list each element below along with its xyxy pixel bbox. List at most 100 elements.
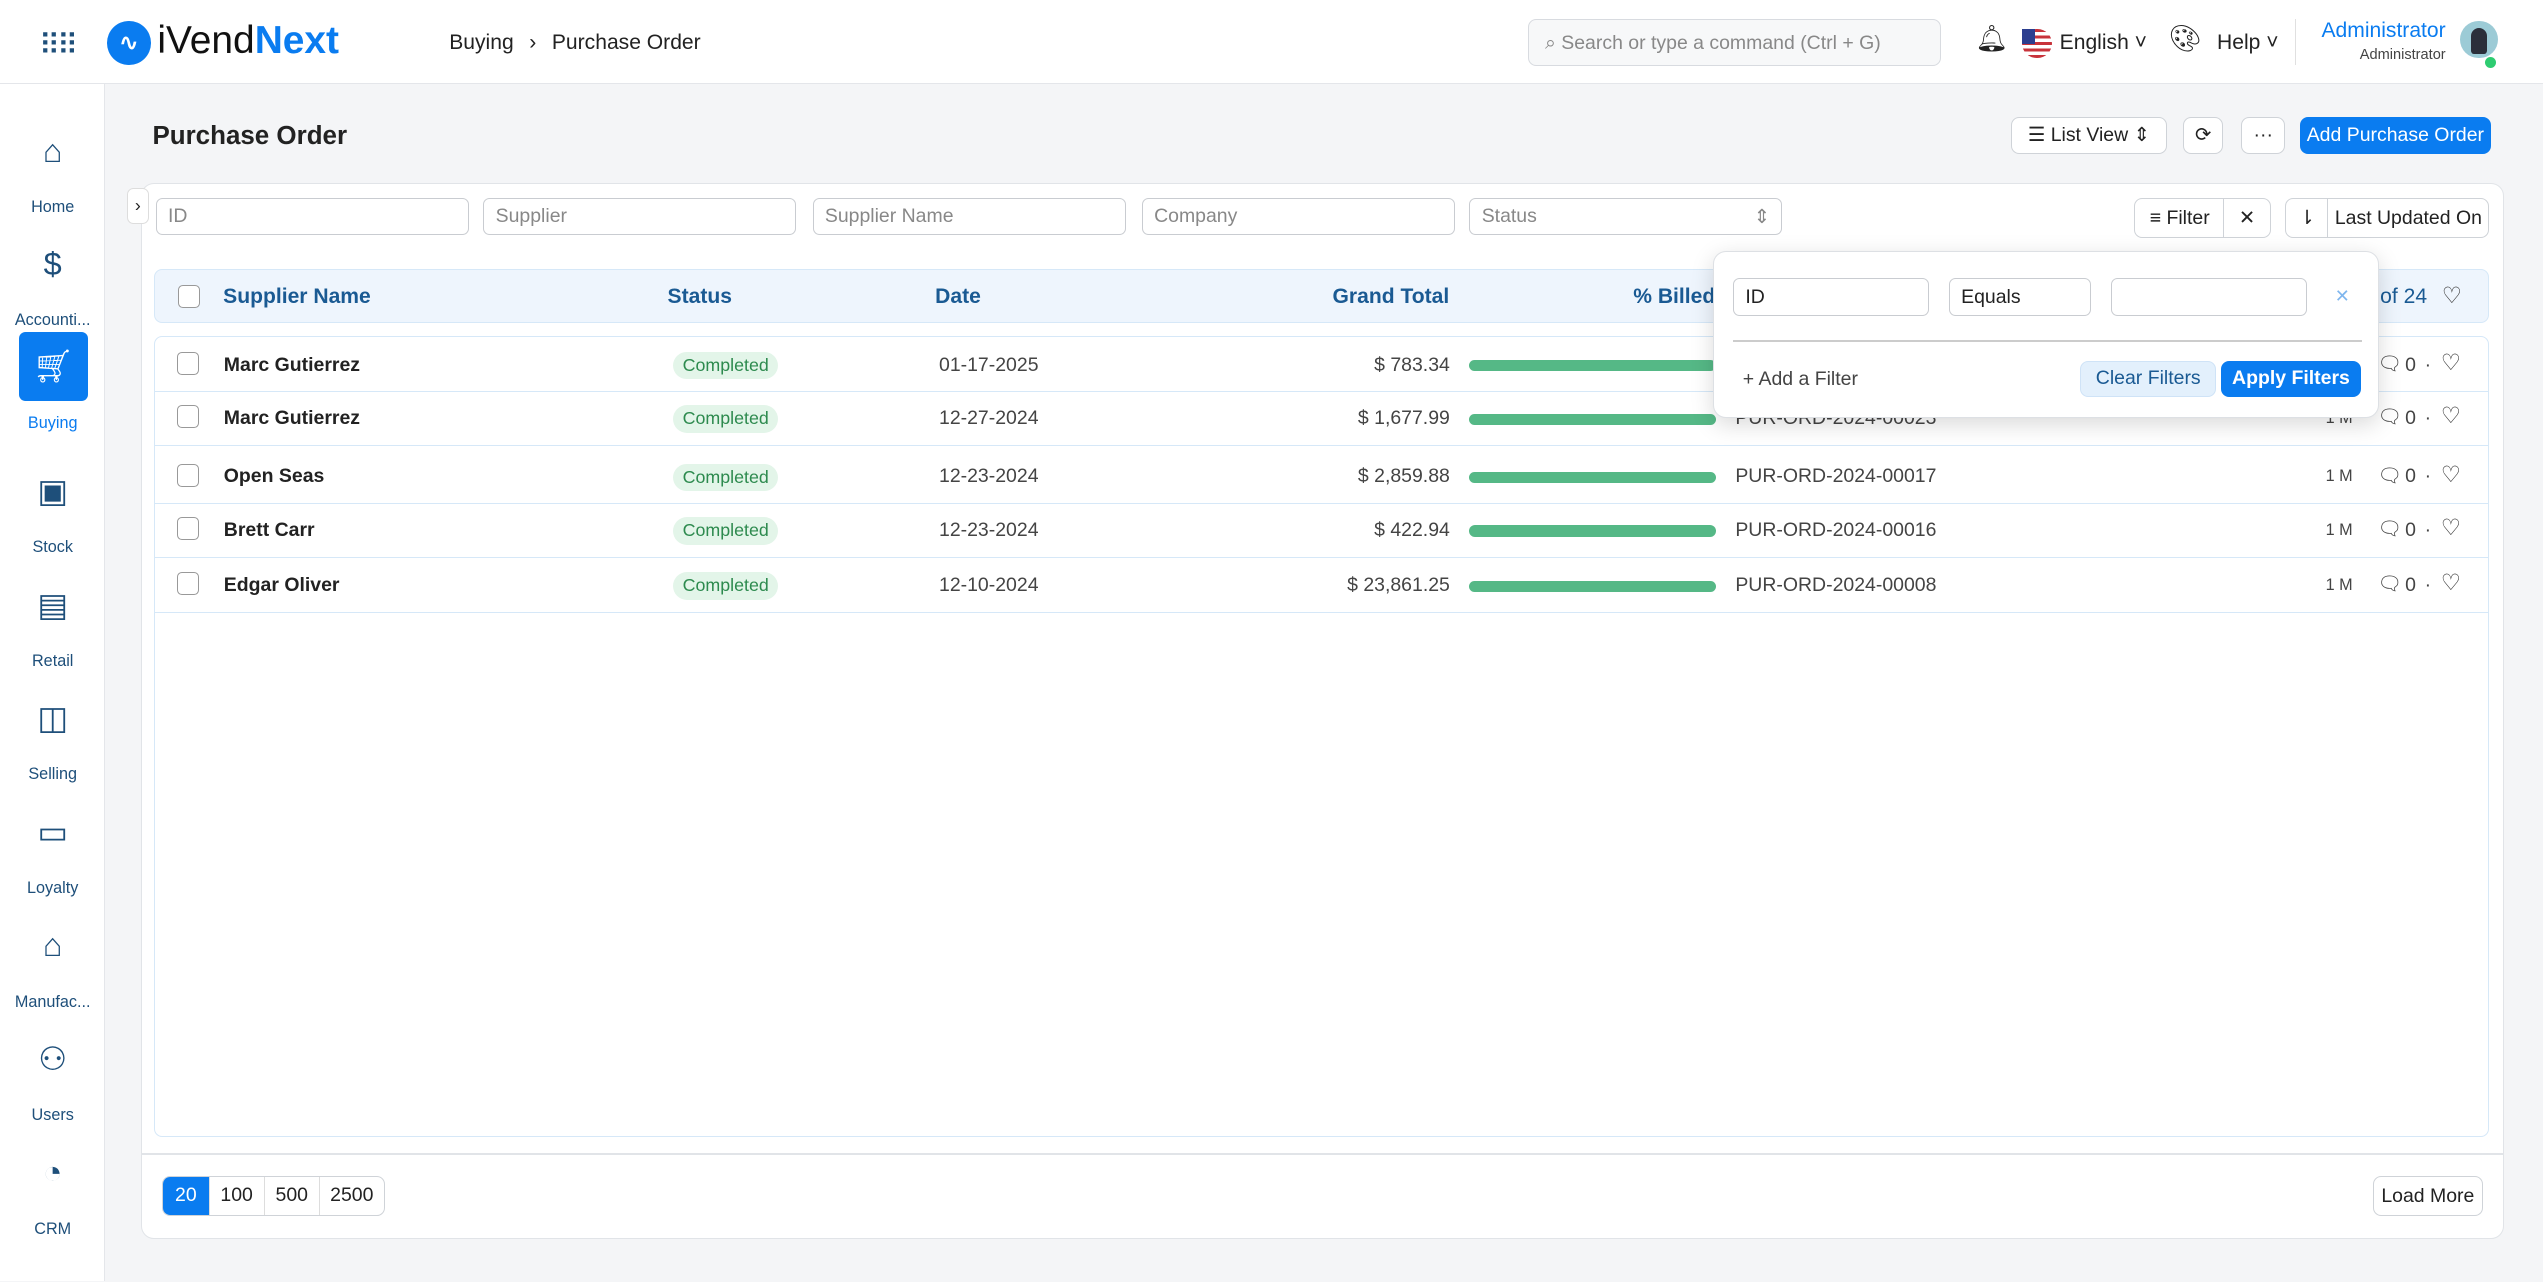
- supplier-name[interactable]: Marc Gutierrez: [224, 407, 360, 430]
- search-input[interactable]: ⌕ Search or type a command (Ctrl + G): [1527, 19, 1942, 67]
- page-size-20[interactable]: 20: [163, 1176, 209, 1216]
- comment-icon[interactable]: 🗨︎: [2378, 405, 2403, 429]
- user-role: Administrator: [2359, 47, 2446, 64]
- pie-icon: ◔: [42, 1154, 63, 1191]
- row-checkbox[interactable]: [176, 463, 200, 487]
- breadcrumb: Buying › Purchase Order: [449, 31, 700, 55]
- row-checkbox[interactable]: [176, 572, 200, 596]
- sidebar-item-users[interactable]: ⚇ Users: [0, 1025, 105, 1125]
- row-checkbox[interactable]: [176, 517, 200, 541]
- separator-dot: ·: [2424, 465, 2432, 488]
- status-badge: Completed: [673, 351, 779, 380]
- heart-icon[interactable]: ♡: [2442, 282, 2462, 309]
- users-icon: ⚇: [38, 1040, 68, 1077]
- sidebar-item-retail[interactable]: ▤ Retail: [0, 571, 105, 671]
- avatar[interactable]: [2460, 21, 2498, 59]
- sidebar-item-stock[interactable]: ▣ Stock: [0, 457, 105, 557]
- sidebar-item-crm[interactable]: ◔ CRM: [0, 1138, 105, 1238]
- filter-field-select[interactable]: ID: [1733, 278, 1930, 316]
- select-all-checkbox[interactable]: [177, 284, 201, 308]
- divider: [2294, 19, 2297, 65]
- sidebar-item-manufacturing[interactable]: ⌂ Manufac...: [0, 911, 105, 1011]
- supplier-name[interactable]: Open Seas: [224, 465, 325, 488]
- filter-button[interactable]: ≡ Filter: [2134, 197, 2226, 239]
- sidebar-item-home[interactable]: ⌂ Home: [0, 117, 105, 217]
- supplier-filter-input[interactable]: Supplier: [483, 197, 797, 236]
- filter-value-input[interactable]: [2110, 278, 2308, 316]
- col-date[interactable]: Date: [935, 285, 981, 309]
- language-dropdown[interactable]: English ˅: [2060, 31, 2147, 55]
- heart-icon[interactable]: ♡: [2441, 402, 2461, 429]
- load-more-button[interactable]: Load More: [2372, 1175, 2483, 1217]
- clear-filter-button[interactable]: ✕: [2223, 197, 2271, 239]
- col-supplier-name[interactable]: Supplier Name: [223, 285, 371, 309]
- apps-grid-icon[interactable]: ⠿⠿: [39, 28, 79, 63]
- user-name[interactable]: Administrator: [2316, 19, 2445, 43]
- order-id[interactable]: PUR-ORD-2024-00008: [1735, 574, 1936, 597]
- supplier-name-filter-input[interactable]: Supplier Name: [812, 197, 1126, 236]
- billed-progress-bar: [1469, 580, 1716, 592]
- apply-filters-button[interactable]: Apply Filters: [2221, 361, 2361, 397]
- filter-popup: ID Equals ✕ + Add a Filter Clear Filters…: [1712, 251, 2380, 419]
- heart-icon[interactable]: ♡: [2441, 349, 2461, 376]
- breadcrumb-current: Purchase Order: [551, 30, 701, 54]
- sort-order-button[interactable]: ⇂: [2285, 197, 2329, 239]
- company-filter-input[interactable]: Company: [1141, 197, 1455, 236]
- page-size-500[interactable]: 500: [263, 1176, 319, 1216]
- table-row[interactable]: Open Seas Completed 12-23-2024 $ 2,859.8…: [154, 449, 2490, 505]
- dollar-icon: $: [43, 246, 62, 283]
- col-billed[interactable]: % Billed: [1582, 285, 1715, 309]
- status-badge: Completed: [673, 405, 779, 433]
- comment-icon[interactable]: 🗨︎: [2378, 517, 2403, 541]
- palette-icon[interactable]: 🎨︎: [2168, 24, 2201, 54]
- sidebar-item-buying[interactable]: 🛒︎ Buying: [0, 332, 105, 432]
- search-icon: ⌕: [1544, 31, 1556, 54]
- id-filter-input[interactable]: ID: [155, 197, 469, 236]
- table-row[interactable]: Brett Carr Completed 12-23-2024 $ 422.94…: [154, 503, 2490, 558]
- help-dropdown[interactable]: Help ˅: [2217, 31, 2279, 55]
- refresh-button[interactable]: ⟳: [2182, 116, 2224, 155]
- ellipsis-icon: ···: [2253, 123, 2273, 146]
- logo[interactable]: iVendNext: [157, 19, 339, 63]
- comment-icon[interactable]: 🗨︎: [2378, 464, 2403, 488]
- page-size-2500[interactable]: 2500: [318, 1176, 384, 1216]
- date: 12-23-2024: [939, 518, 1039, 541]
- clear-filters-button[interactable]: Clear Filters: [2080, 361, 2217, 397]
- comment-icon[interactable]: 🗨︎: [2378, 352, 2403, 376]
- sort-field-button[interactable]: Last Updated On: [2327, 197, 2490, 239]
- date: 12-23-2024: [939, 465, 1039, 488]
- supplier-name[interactable]: Edgar Oliver: [224, 574, 340, 597]
- comment-icon[interactable]: 🗨︎: [2378, 572, 2403, 596]
- page-size-100[interactable]: 100: [208, 1176, 264, 1216]
- remove-filter-icon[interactable]: ✕: [2335, 286, 2350, 307]
- order-id[interactable]: PUR-ORD-2024-00017: [1735, 465, 1936, 488]
- supplier-name[interactable]: Brett Carr: [224, 519, 315, 542]
- filter-operator-select[interactable]: Equals: [1948, 278, 2092, 316]
- sidebar-item-accounting[interactable]: $ Accounti...: [0, 230, 105, 330]
- heart-icon[interactable]: ♡: [2441, 514, 2461, 541]
- sidebar-item-selling[interactable]: ◫ Selling: [0, 684, 105, 784]
- heart-icon[interactable]: ♡: [2441, 569, 2461, 596]
- status-filter-select[interactable]: Status ⇕: [1469, 197, 1783, 236]
- sidebar-item-loyalty[interactable]: ▭ Loyalty: [0, 798, 105, 898]
- col-grand-total[interactable]: Grand Total: [1290, 285, 1450, 309]
- row-checkbox[interactable]: [176, 405, 200, 429]
- add-filter-button[interactable]: + Add a Filter: [1743, 368, 1858, 391]
- order-id[interactable]: PUR-ORD-2024-00016: [1735, 519, 1936, 542]
- heart-icon[interactable]: ♡: [2441, 461, 2461, 488]
- billed-progress-bar: [1469, 525, 1716, 537]
- col-status[interactable]: Status: [668, 285, 732, 309]
- list-view-select[interactable]: ☰ List View ⇕: [2011, 116, 2167, 155]
- comment-count: 0: [2405, 465, 2416, 488]
- record-count: of 24: [2380, 284, 2428, 308]
- supplier-name[interactable]: Marc Gutierrez: [224, 354, 360, 377]
- more-button[interactable]: ···: [2241, 116, 2286, 155]
- add-purchase-order-button[interactable]: Add Purchase Order: [2299, 116, 2492, 155]
- breadcrumb-buying[interactable]: Buying: [449, 31, 513, 54]
- row-checkbox[interactable]: [176, 351, 200, 375]
- status-badge: Completed: [673, 463, 779, 492]
- bell-icon[interactable]: 🔔︎: [1975, 24, 2008, 54]
- expand-sidebar-toggle[interactable]: ›: [126, 188, 150, 224]
- comment-count: 0: [2405, 353, 2416, 376]
- table-row[interactable]: Edgar Oliver Completed 12-10-2024 $ 23,8…: [154, 558, 2490, 614]
